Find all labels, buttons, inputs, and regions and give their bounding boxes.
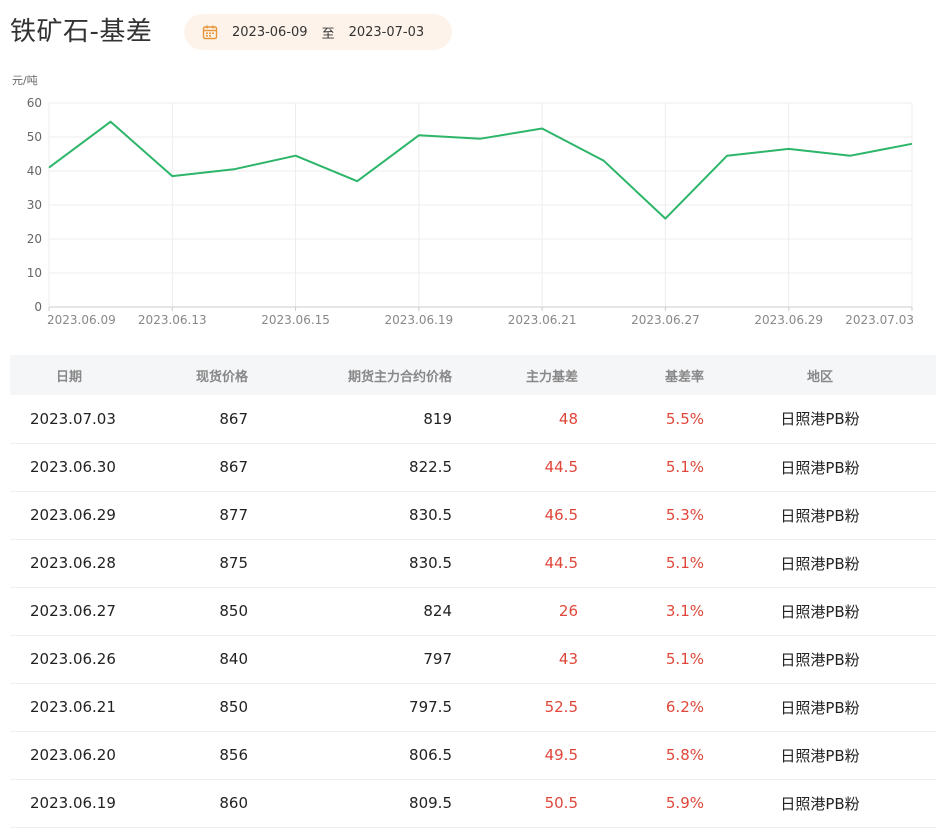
cell-region: 日照港PB粉 — [780, 746, 860, 765]
cell-spot-price: 877 — [219, 506, 248, 524]
cell-basis: 50.5 — [544, 794, 578, 812]
cell-basis: 52.5 — [544, 698, 578, 716]
cell-spot-price: 867 — [219, 409, 248, 428]
col-header-spot-price[interactable]: 现货价格 — [145, 355, 248, 395]
cell-region: 日照港PB粉 — [780, 698, 860, 717]
cell-basis-rate: 5.8% — [665, 746, 704, 764]
y-tick-label: 40 — [27, 164, 42, 178]
x-tick-label: 2023.06.21 — [508, 313, 577, 327]
basis-table: 日期 现货价格 期货主力合约价格 主力基差 基差率 地区 2023.07.03 8… — [10, 355, 936, 828]
cell-basis-rate: 5.5% — [665, 409, 704, 428]
y-tick-label: 0 — [34, 300, 42, 314]
cell-spot-price: 850 — [219, 602, 248, 620]
page-title: 铁矿石-基差 — [10, 17, 153, 47]
y-tick-label: 60 — [27, 96, 42, 110]
page-header: 铁矿石-基差 — [10, 12, 152, 52]
chart-svg: 元/吨 0 10 20 30 40 50 60 2023.06.09 2023.06.13 2023… — [12, 74, 914, 327]
table-header-row: 日期 现货价格 期货主力合约价格 主力基差 基差率 地区 — [10, 355, 936, 395]
cell-basis: 48 — [558, 409, 578, 428]
cell-futures-price: 797 — [423, 650, 452, 668]
cell-basis: 43 — [558, 650, 578, 668]
cell-spot-price: 840 — [219, 650, 248, 668]
cell-date: 2023.06.27 — [30, 602, 116, 620]
y-tick-label: 20 — [27, 232, 42, 246]
basis-line-chart: 元/吨 0 10 20 30 40 50 60 2023.06.09 2023.06.13 2023… — [0, 68, 951, 338]
cell-basis-rate: 6.2% — [665, 698, 704, 716]
cell-region: 日照港PB粉 — [780, 554, 860, 573]
cell-basis: 26 — [558, 602, 578, 620]
table-row: 2023.06.28 875 830.5 44.5 5.1% 日照港PB粉 — [10, 539, 936, 587]
col-header-region[interactable]: 地区 — [704, 355, 936, 395]
x-tick-label: 2023.06.09 — [47, 313, 116, 327]
cell-date: 2023.07.03 — [30, 409, 116, 428]
cell-spot-price: 850 — [219, 698, 248, 716]
cell-basis-rate: 5.9% — [665, 794, 704, 812]
cell-basis: 46.5 — [544, 506, 578, 524]
table-row: 2023.06.29 877 830.5 46.5 5.3% 日照港PB粉 — [10, 491, 936, 539]
cell-basis: 44.5 — [544, 554, 578, 572]
cell-basis-rate: 5.3% — [665, 506, 704, 524]
date-range-picker[interactable]: 2023-06-09 至 2023-07-03 — [184, 14, 452, 50]
cell-spot-price: 875 — [219, 554, 248, 572]
cell-region: 日照港PB粉 — [780, 602, 860, 621]
y-tick-label: 50 — [27, 130, 42, 144]
table-row: 2023.06.27 850 824 26 3.1% 日照港PB粉 — [10, 587, 936, 635]
cell-date: 2023.06.30 — [30, 458, 116, 476]
cell-futures-price: 830.5 — [409, 506, 452, 524]
cell-futures-price: 809.5 — [409, 794, 452, 812]
col-header-date[interactable]: 日期 — [10, 355, 145, 395]
cell-spot-price: 867 — [219, 458, 248, 476]
table-row: 2023.06.19 860 809.5 50.5 5.9% 日照港PB粉 — [10, 779, 936, 827]
cell-futures-price: 797.5 — [409, 698, 452, 716]
y-tick-label: 10 — [27, 266, 42, 280]
cell-date: 2023.06.26 — [30, 650, 116, 668]
cell-futures-price: 819 — [423, 409, 452, 428]
cell-basis-rate: 3.1% — [665, 602, 704, 620]
cell-date: 2023.06.29 — [30, 506, 116, 524]
cell-date: 2023.06.28 — [30, 554, 116, 572]
x-tick-label: 2023.06.29 — [754, 313, 823, 327]
table-row: 2023.07.03 867 819 48 5.5% 日照港PB粉 — [10, 395, 936, 443]
cell-basis: 44.5 — [544, 458, 578, 476]
cell-region: 日照港PB粉 — [780, 794, 860, 813]
col-header-basis-rate[interactable]: 基差率 — [578, 355, 704, 395]
cell-futures-price: 824 — [423, 602, 452, 620]
table-row: 2023.06.20 856 806.5 49.5 5.8% 日照港PB粉 — [10, 731, 936, 779]
x-tick-label: 2023.06.27 — [631, 313, 700, 327]
table-row: 2023.06.21 850 797.5 52.5 6.2% 日照港PB粉 — [10, 683, 936, 731]
x-tick-label: 2023.06.19 — [384, 313, 453, 327]
series-line — [48, 120, 913, 220]
cell-region: 日照港PB粉 — [780, 506, 860, 525]
cell-spot-price: 860 — [219, 794, 248, 812]
col-header-basis[interactable]: 主力基差 — [452, 355, 578, 395]
cell-basis: 49.5 — [544, 746, 578, 764]
cell-futures-price: 822.5 — [409, 458, 452, 476]
cell-basis-rate: 5.1% — [665, 650, 704, 668]
y-tick-label: 30 — [27, 198, 42, 212]
table-row: 2023.06.26 840 797 43 5.1% 日照港PB粉 — [10, 635, 936, 683]
cell-date: 2023.06.19 — [30, 794, 116, 812]
cell-region: 日照港PB粉 — [780, 410, 860, 429]
cell-region: 日照港PB粉 — [780, 650, 860, 669]
y-axis-label: 元/吨 — [12, 74, 38, 87]
date-separator: 至 — [321, 26, 335, 42]
cell-basis-rate: 5.1% — [665, 458, 704, 476]
cell-date: 2023.06.20 — [30, 746, 116, 764]
start-date[interactable]: 2023-06-09 — [232, 25, 308, 40]
cell-spot-price: 856 — [219, 746, 248, 764]
cell-region: 日照港PB粉 — [780, 458, 860, 477]
cell-date: 2023.06.21 — [30, 698, 116, 716]
cell-basis-rate: 5.1% — [665, 554, 704, 572]
calendar-icon — [202, 24, 218, 40]
cell-futures-price: 830.5 — [409, 554, 452, 572]
x-tick-label: 2023.06.13 — [138, 313, 207, 327]
table-row: 2023.06.30 867 822.5 44.5 5.1% 日照港PB粉 — [10, 443, 936, 491]
x-tick-label: 2023.06.15 — [261, 313, 330, 327]
x-tick-label: 2023.07.03 — [845, 313, 914, 327]
cell-futures-price: 806.5 — [409, 746, 452, 764]
col-header-futures-price[interactable]: 期货主力合约价格 — [248, 355, 452, 395]
end-date[interactable]: 2023-07-03 — [349, 25, 425, 40]
